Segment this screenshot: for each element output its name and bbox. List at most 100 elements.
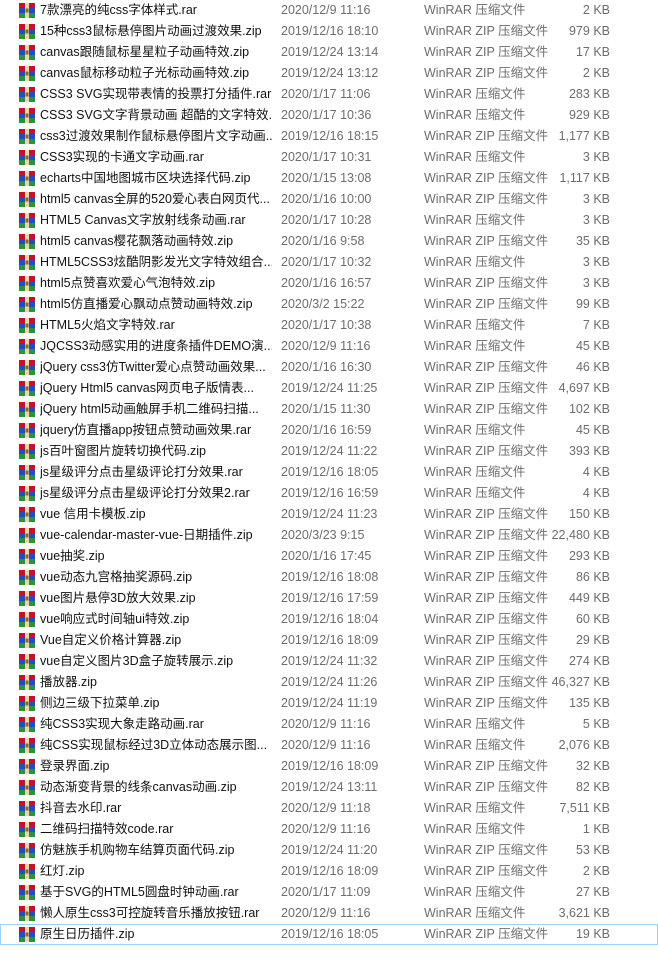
file-size: 3 KB — [582, 213, 610, 227]
file-row[interactable]: JQCSS3动感实用的进度条插件DEMO演... 2020/12/9 11:16… — [0, 336, 658, 357]
file-row[interactable]: html5仿直播爱心飘动点赞动画特效.zip 2020/3/2 15:22 Wi… — [0, 294, 658, 315]
file-name: css3过渡效果制作鼠标悬停图片文字动画... — [40, 129, 272, 143]
file-date-modified: 2019/12/24 11:25 — [281, 381, 378, 395]
file-date-modified: 2019/12/24 11:19 — [281, 696, 378, 710]
file-row[interactable]: vue抽奖.zip 2020/1/16 17:45 WinRAR ZIP 压缩文… — [0, 546, 658, 567]
file-name: 侧边三级下拉菜单.zip — [40, 696, 160, 710]
file-row[interactable]: css3过渡效果制作鼠标悬停图片文字动画... 2019/12/16 18:15… — [0, 126, 658, 147]
file-date-modified: 2020/12/9 11:16 — [281, 717, 371, 731]
file-size: 2 KB — [582, 66, 610, 80]
file-date-modified: 2020/1/17 11:09 — [281, 885, 371, 899]
winrar-archive-icon — [19, 24, 35, 39]
file-row[interactable]: CSS3 SVG文字背景动画 超酷的文字特效... 2020/1/17 10:3… — [0, 105, 658, 126]
winrar-archive-icon — [19, 234, 35, 249]
file-size: 17 KB — [575, 45, 610, 59]
file-row[interactable]: CSS3实现的卡通文字动画.rar 2020/1/17 10:31 WinRAR… — [0, 147, 658, 168]
file-name: CSS3 SVG实现带表情的投票打分插件.rar — [40, 87, 272, 101]
file-row[interactable]: vue-calendar-master-vue-日期插件.zip 2020/3/… — [0, 525, 658, 546]
file-date-modified: 2019/12/16 18:10 — [281, 24, 379, 38]
file-size: 929 KB — [568, 108, 610, 122]
file-size: 46,327 KB — [551, 675, 610, 689]
file-row[interactable]: echarts中国地图城市区块选择代码.zip 2020/1/15 13:08 … — [0, 168, 658, 189]
winrar-archive-icon — [19, 780, 35, 795]
file-row[interactable]: 懒人原生css3可控旋转音乐播放按钮.rar 2020/12/9 11:16 W… — [0, 903, 658, 924]
winrar-archive-icon — [19, 885, 35, 900]
file-row[interactable]: js百叶窗图片旋转切换代码.zip 2019/12/24 11:22 WinRA… — [0, 441, 658, 462]
file-row[interactable]: html5点赞喜欢爱心气泡特效.zip 2020/1/16 16:57 WinR… — [0, 273, 658, 294]
file-row[interactable]: js星级评分点击星级评论打分效果.rar 2019/12/16 18:05 Wi… — [0, 462, 658, 483]
file-size: 2 KB — [582, 3, 610, 17]
file-row[interactable]: 纯CSS3实现大象走路动画.rar 2020/12/9 11:16 WinRAR… — [0, 714, 658, 735]
file-size: 7 KB — [582, 318, 610, 332]
file-date-modified: 2020/12/9 11:16 — [281, 339, 371, 353]
file-size: 86 KB — [575, 570, 610, 584]
file-row[interactable]: jquery仿直播app按钮点赞动画效果.rar 2020/1/16 16:59… — [0, 420, 658, 441]
file-date-modified: 2020/1/16 17:45 — [281, 549, 372, 563]
file-size: 2,076 KB — [558, 738, 610, 752]
file-date-modified: 2019/12/24 11:32 — [281, 654, 378, 668]
file-row[interactable]: jQuery Html5 canvas网页电子版情表... 2019/12/24… — [0, 378, 658, 399]
file-name: vue图片悬停3D放大效果.zip — [40, 591, 196, 605]
winrar-archive-icon — [19, 507, 35, 522]
file-row[interactable]: 抖音去水印.rar 2020/12/9 11:18 WinRAR 压缩文件 7,… — [0, 798, 658, 819]
file-row[interactable]: 动态渐变背景的线条canvas动画.zip 2019/12/24 13:11 W… — [0, 777, 658, 798]
file-size: 32 KB — [575, 759, 610, 773]
winrar-archive-icon — [19, 633, 35, 648]
file-row[interactable]: 原生日历插件.zip 2019/12/16 18:05 WinRAR ZIP 压… — [0, 924, 658, 945]
winrar-archive-icon — [19, 486, 35, 501]
winrar-archive-icon — [19, 255, 35, 270]
winrar-archive-icon — [19, 759, 35, 774]
file-date-modified: 2020/1/16 10:00 — [281, 192, 372, 206]
file-row[interactable]: 播放器.zip 2019/12/24 11:26 WinRAR ZIP 压缩文件… — [0, 672, 658, 693]
file-row[interactable]: CSS3 SVG实现带表情的投票打分插件.rar 2020/1/17 11:06… — [0, 84, 658, 105]
file-name: jQuery html5动画触屏手机二维码扫描... — [40, 402, 259, 416]
file-row[interactable]: js星级评分点击星级评论打分效果2.rar 2019/12/16 16:59 W… — [0, 483, 658, 504]
file-row[interactable]: html5 canvas樱花飘落动画特效.zip 2020/1/16 9:58 … — [0, 231, 658, 252]
file-row[interactable]: vue动态九宫格抽奖源码.zip 2019/12/16 18:08 WinRAR… — [0, 567, 658, 588]
file-row[interactable]: vue自定义图片3D盒子旋转展示.zip 2019/12/24 11:32 Wi… — [0, 651, 658, 672]
file-row[interactable]: 纯CSS实现鼠标经过3D立体动态展示图... 2020/12/9 11:16 W… — [0, 735, 658, 756]
file-row[interactable]: 侧边三级下拉菜单.zip 2019/12/24 11:19 WinRAR ZIP… — [0, 693, 658, 714]
file-row[interactable]: HTML5 Canvas文字放射线条动画.rar 2020/1/17 10:28… — [0, 210, 658, 231]
file-name: 播放器.zip — [40, 675, 97, 689]
file-name: 懒人原生css3可控旋转音乐播放按钮.rar — [40, 906, 260, 920]
file-date-modified: 2019/12/24 13:11 — [281, 780, 378, 794]
file-row[interactable]: 仿魅族手机购物车结算页面代码.zip 2019/12/24 11:20 WinR… — [0, 840, 658, 861]
file-date-modified: 2020/1/15 11:30 — [281, 402, 371, 416]
file-row[interactable]: 二维码扫描特效code.rar 2020/12/9 11:16 WinRAR 压… — [0, 819, 658, 840]
file-row[interactable]: Vue自定义价格计算器.zip 2019/12/16 18:09 WinRAR … — [0, 630, 658, 651]
file-date-modified: 2019/12/16 18:05 — [281, 927, 379, 941]
file-name: HTML5 Canvas文字放射线条动画.rar — [40, 213, 246, 227]
file-row[interactable]: vue 信用卡模板.zip 2019/12/24 11:23 WinRAR ZI… — [0, 504, 658, 525]
winrar-archive-icon — [19, 360, 35, 375]
file-row[interactable]: jQuery css3仿Twitter爱心点赞动画效果... 2020/1/16… — [0, 357, 658, 378]
winrar-archive-icon — [19, 528, 35, 543]
file-name: vue自定义图片3D盒子旋转展示.zip — [40, 654, 234, 668]
file-row[interactable]: canvas跟随鼠标星星粒子动画特效.zip 2019/12/24 13:14 … — [0, 42, 658, 63]
file-size: 46 KB — [575, 360, 610, 374]
file-row[interactable]: jQuery html5动画触屏手机二维码扫描... 2020/1/15 11:… — [0, 399, 658, 420]
file-name: 15种css3鼠标悬停图片动画过渡效果.zip — [40, 24, 262, 38]
file-row[interactable]: html5 canvas全屏的520爱心表白网页代... 2020/1/16 1… — [0, 189, 658, 210]
file-row[interactable]: 基于SVG的HTML5圆盘时钟动画.rar 2020/1/17 11:09 Wi… — [0, 882, 658, 903]
file-row[interactable]: 登录界面.zip 2019/12/16 18:09 WinRAR ZIP 压缩文… — [0, 756, 658, 777]
file-name: jquery仿直播app按钮点赞动画效果.rar — [40, 423, 252, 437]
file-size: 3,621 KB — [558, 906, 610, 920]
file-row[interactable]: canvas鼠标移动粒子光标动画特效.zip 2019/12/24 13:12 … — [0, 63, 658, 84]
file-name: 红灯.zip — [40, 864, 85, 878]
file-row[interactable]: HTML5火焰文字特效.rar 2020/1/17 10:38 WinRAR 压… — [0, 315, 658, 336]
winrar-archive-icon — [19, 171, 35, 186]
winrar-archive-icon — [19, 66, 35, 81]
winrar-archive-icon — [19, 297, 35, 312]
file-row[interactable]: HTML5CSS3炫酷阴影发光文字特效组合... 2020/1/17 10:32… — [0, 252, 658, 273]
file-date-modified: 2020/12/9 11:16 — [281, 906, 371, 920]
winrar-archive-icon — [19, 339, 35, 354]
file-row[interactable]: 红灯.zip 2019/12/16 18:09 WinRAR ZIP 压缩文件 … — [0, 861, 658, 882]
file-date-modified: 2019/12/16 16:59 — [281, 486, 379, 500]
file-row[interactable]: 15种css3鼠标悬停图片动画过渡效果.zip 2019/12/16 18:10… — [0, 21, 658, 42]
file-name: 登录界面.zip — [40, 759, 110, 773]
winrar-archive-icon — [19, 927, 35, 942]
file-row[interactable]: vue图片悬停3D放大效果.zip 2019/12/16 17:59 WinRA… — [0, 588, 658, 609]
file-row[interactable]: 7款漂亮的纯css字体样式.rar 2020/12/9 11:16 WinRAR… — [0, 0, 658, 21]
file-row[interactable]: vue响应式时间轴ui特效.zip 2019/12/16 18:04 WinRA… — [0, 609, 658, 630]
